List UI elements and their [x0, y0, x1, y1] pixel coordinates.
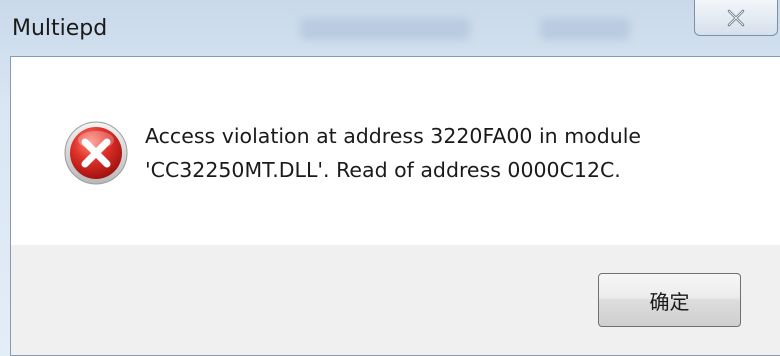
- ok-button[interactable]: 确定: [598, 273, 741, 327]
- error-message: Access violation at address 3220FA00 in …: [145, 119, 745, 187]
- error-message-line: Access violation at address 3220FA00 in …: [145, 124, 642, 148]
- window-title: Multiepd: [12, 16, 108, 41]
- dialog-window: Multiepd Access violation at address 322…: [0, 0, 780, 356]
- dialog-client-area: Access violation at address 3220FA00 in …: [10, 56, 780, 356]
- error-message-line: 'CC32250MT.DLL'. Read of address 0000C12…: [145, 158, 621, 182]
- message-area: Access violation at address 3220FA00 in …: [11, 57, 780, 245]
- close-button[interactable]: [694, 0, 778, 36]
- title-bar-blur: [540, 18, 630, 40]
- title-bar-blur: [300, 18, 470, 40]
- close-icon: [727, 9, 745, 26]
- error-icon: [64, 121, 128, 185]
